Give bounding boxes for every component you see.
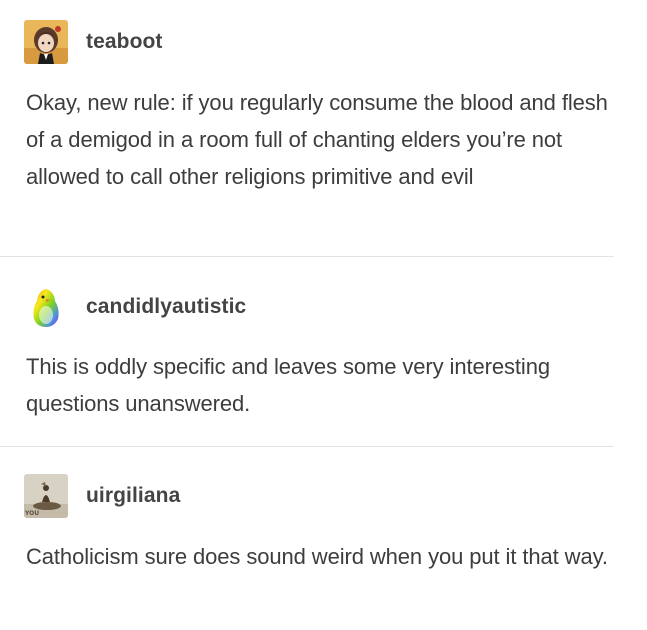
post-text: Okay, new rule: if you regularly consume… xyxy=(26,90,608,189)
rainbow-penguin-avatar-icon[interactable] xyxy=(24,285,68,329)
username[interactable]: teaboot xyxy=(86,30,163,54)
avatar-caption: YOU xyxy=(25,510,40,517)
post-header: YOU uirgiliana xyxy=(24,474,180,518)
username[interactable]: uirgiliana xyxy=(86,484,180,508)
turtle-figurine-avatar-icon[interactable]: YOU xyxy=(24,474,68,518)
post-header: candidlyautistic xyxy=(24,285,246,329)
username[interactable]: candidlyautistic xyxy=(86,295,246,319)
post-text: This is oddly specific and leaves some v… xyxy=(26,354,550,416)
post-text: Catholicism sure does sound weird when y… xyxy=(26,544,608,569)
post-divider xyxy=(0,446,614,447)
post-divider xyxy=(0,256,614,257)
post-header: teaboot xyxy=(24,20,163,64)
anime-character-avatar-icon[interactable] xyxy=(24,20,68,64)
